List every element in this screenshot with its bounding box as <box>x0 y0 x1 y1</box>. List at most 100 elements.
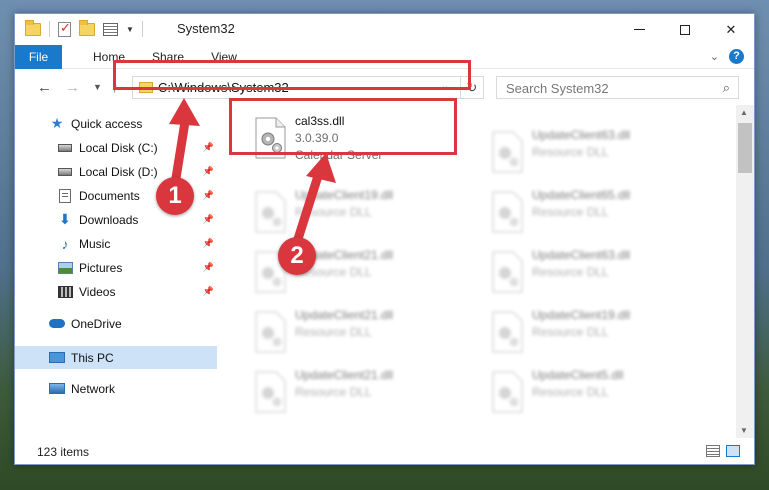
file-name: UpdateClient5.dll <box>532 368 624 382</box>
status-bar: 123 items <box>15 438 754 464</box>
file-type: Resource DLL <box>532 325 609 339</box>
computer-icon <box>49 351 65 365</box>
navigation-pane: ★ Quick access Local Disk (C:) 📌 Local D… <box>15 105 217 438</box>
sidebar-item-label: Quick access <box>71 116 143 131</box>
pictures-icon <box>57 261 73 275</box>
videos-icon <box>57 285 73 299</box>
view-toggle <box>706 445 740 457</box>
sidebar-item-music[interactable]: ♪ Music 📌 <box>15 232 217 255</box>
item-count: 123 items <box>37 445 90 459</box>
toolbar-separator <box>141 21 143 37</box>
pin-icon: 📌 <box>202 262 214 272</box>
scroll-up-arrow-icon[interactable]: ▲ <box>740 108 748 117</box>
pin-icon: 📌 <box>202 190 214 200</box>
maximize-button[interactable] <box>662 14 708 45</box>
file-type: Resource DLL <box>532 265 609 279</box>
properties-check-icon[interactable] <box>58 20 71 37</box>
sidebar-item-this-pc[interactable]: This PC <box>15 346 217 369</box>
file-item[interactable]: UpdateClient19.dll Resource DLL <box>246 185 466 237</box>
dll-gear-icon <box>255 311 286 353</box>
file-name: UpdateClient19.dll <box>295 188 394 202</box>
music-icon: ♪ <box>61 235 69 252</box>
dll-gear-icon <box>492 131 523 173</box>
dll-gear-icon <box>492 191 523 233</box>
pin-icon: 📌 <box>202 238 214 248</box>
window-title: System32 <box>177 21 235 36</box>
expand-ribbon-chevron-icon[interactable]: ⌄ <box>710 50 719 63</box>
pin-icon: 📌 <box>202 142 214 152</box>
details-view-icon[interactable] <box>706 445 720 457</box>
sidebar-item-quick-access[interactable]: ★ Quick access <box>15 112 217 135</box>
step-1-marker: 1 <box>156 177 194 215</box>
file-type: Resource DLL <box>532 205 609 219</box>
file-type: Resource DLL <box>532 145 609 159</box>
scrollbar-thumb[interactable] <box>738 123 752 173</box>
vertical-scrollbar[interactable]: ▲ ▼ <box>736 105 754 438</box>
file-item[interactable]: UpdateClient21.dll Resource DLL <box>246 365 466 417</box>
file-item[interactable]: UpdateClient19.dll Resource DLL <box>483 305 703 357</box>
customize-toolbar-chevron-icon[interactable]: ▼ <box>126 25 134 34</box>
sidebar-item-label: Local Disk (C:) <box>79 140 158 155</box>
file-item[interactable]: UpdateClient63.dll Resource DLL <box>483 125 703 177</box>
dll-gear-icon <box>492 251 523 293</box>
window-controls: ✕ <box>616 14 754 45</box>
dll-gear-icon <box>492 371 523 413</box>
quick-access-toolbar: ▼ <box>25 19 143 37</box>
file-name: UpdateClient21.dll <box>295 308 394 322</box>
help-icon[interactable]: ? <box>729 49 744 64</box>
onedrive-icon <box>49 317 65 331</box>
file-type: Resource DLL <box>532 385 609 399</box>
sidebar-item-local-disk-d[interactable]: Local Disk (D:) 📌 <box>15 160 217 183</box>
sidebar-item-label: Music <box>79 236 111 251</box>
minimize-button[interactable] <box>616 14 662 45</box>
sidebar-item-label: This PC <box>71 350 114 365</box>
recent-locations-chevron-icon[interactable]: ▼ <box>93 82 102 92</box>
disk-icon <box>57 141 73 155</box>
dll-gear-icon <box>255 191 286 233</box>
disk-icon <box>57 165 73 179</box>
sidebar-item-label: Downloads <box>79 212 139 227</box>
file-item[interactable]: UpdateClient65.dll Resource DLL <box>483 185 703 237</box>
search-icon[interactable]: ⌕ <box>723 80 730 96</box>
sidebar-item-downloads[interactable]: ⬇ Downloads 📌 <box>15 208 217 231</box>
sidebar-item-network[interactable]: Network <box>15 377 217 400</box>
file-type: Resource DLL <box>295 385 372 399</box>
file-item[interactable]: UpdateClient63.dll Resource DLL <box>483 245 703 297</box>
file-item[interactable]: UpdateClient5.dll Resource DLL <box>483 365 703 417</box>
large-icons-view-icon[interactable] <box>726 445 740 457</box>
file-type: Resource DLL <box>295 325 372 339</box>
file-type: Resource DLL <box>295 205 372 219</box>
ribbon-right-controls: ⌄ ? <box>710 49 744 64</box>
pin-icon: 📌 <box>202 166 214 176</box>
file-name: UpdateClient19.dll <box>532 308 631 322</box>
forward-arrow-icon[interactable]: → <box>65 79 80 96</box>
new-folder-icon[interactable] <box>79 19 95 36</box>
toolbar-separator <box>49 21 50 37</box>
maximize-icon <box>680 24 690 35</box>
sidebar-item-onedrive[interactable]: OneDrive <box>15 312 217 335</box>
file-item[interactable]: UpdateClient21.dll Resource DLL <box>246 305 466 357</box>
network-icon <box>49 382 65 396</box>
tab-file[interactable]: File <box>15 45 62 69</box>
sidebar-item-label: Local Disk (D:) <box>79 164 158 179</box>
file-name: UpdateClient21.dll <box>295 368 394 382</box>
properties-icon[interactable] <box>103 22 118 36</box>
file-highlight <box>229 98 457 155</box>
sidebar-item-pictures[interactable]: Pictures 📌 <box>15 256 217 279</box>
close-button[interactable]: ✕ <box>708 14 754 45</box>
sidebar-item-label: Videos <box>79 284 116 299</box>
sidebar-item-label: OneDrive <box>71 316 122 331</box>
minimize-icon <box>633 29 645 30</box>
search-input[interactable]: Search System32 ⌕ <box>496 76 739 99</box>
file-name: UpdateClient63.dll <box>532 128 631 142</box>
address-bar-highlight <box>113 60 471 90</box>
search-placeholder: Search System32 <box>506 81 609 96</box>
back-arrow-icon[interactable]: ← <box>37 79 52 96</box>
sidebar-item-local-disk-c[interactable]: Local Disk (C:) 📌 <box>15 136 217 159</box>
scroll-down-arrow-icon[interactable]: ▼ <box>740 426 748 435</box>
star-icon: ★ <box>50 115 64 131</box>
file-name: UpdateClient65.dll <box>532 188 631 202</box>
sidebar-item-videos[interactable]: Videos 📌 <box>15 280 217 303</box>
sidebar-item-label: Network <box>71 381 116 396</box>
sidebar-item-label: Documents <box>79 188 140 203</box>
